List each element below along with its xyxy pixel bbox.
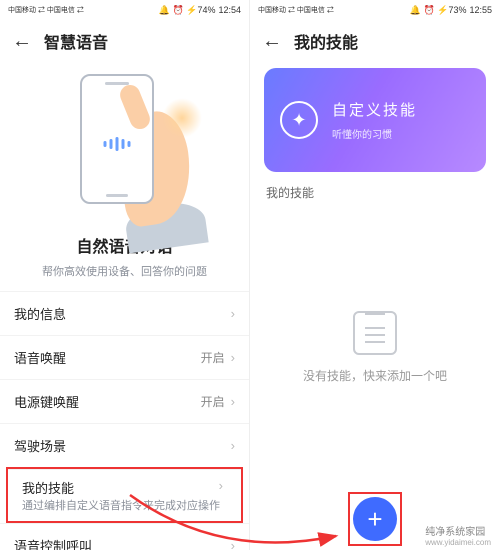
- row-label: 驾驶场景: [14, 436, 66, 455]
- row-label: 语音唤醒: [14, 348, 66, 367]
- chevron-right-icon: ›: [219, 478, 223, 493]
- page-title: 我的技能: [294, 29, 358, 53]
- row-subtitle: 通过编排自定义语音指令来完成对应操作: [22, 499, 227, 513]
- back-icon[interactable]: ←: [262, 30, 282, 53]
- row-my-skills[interactable]: 我的技能 通过编排自定义语音指令来完成对应操作 ›: [8, 469, 241, 521]
- status-time: 12:54: [218, 5, 241, 15]
- magic-icon: ✦: [280, 101, 318, 139]
- watermark-url: www.yidaimei.com: [425, 538, 491, 547]
- row-driving[interactable]: 驾驶场景 ›: [0, 423, 249, 467]
- status-right: 🔔 ⏰ ⚡74% 12:54: [159, 5, 241, 16]
- document-icon: [353, 311, 397, 355]
- empty-text: 没有技能，快来添加一个吧: [303, 367, 447, 384]
- chevron-right-icon: ›: [231, 538, 235, 550]
- back-icon[interactable]: ←: [12, 30, 32, 53]
- status-bar: 中国移动 ⇄ 中国电信 ⇄ 🔔 ⏰ ⚡73% 12:55: [250, 0, 500, 20]
- row-my-info[interactable]: 我的信息 ›: [0, 291, 249, 335]
- row-label: 电源键唤醒: [14, 392, 79, 411]
- chevron-right-icon: ›: [231, 350, 235, 365]
- custom-skill-card[interactable]: ✦ 自定义技能 听懂你的习惯: [264, 68, 486, 172]
- page-title: 智慧语音: [44, 29, 108, 53]
- touch-pulse-icon: [162, 98, 202, 138]
- watermark-name: 纯净系统家园: [425, 527, 485, 538]
- row-label: 我的技能: [22, 478, 227, 497]
- highlight-annotation: 我的技能 通过编排自定义语音指令来完成对应操作 ›: [6, 467, 243, 523]
- status-icons: 🔔 ⏰ ⚡74%: [159, 5, 216, 16]
- hero-subtitle: 帮你高效使用设备、回答你的问题: [0, 263, 249, 279]
- screen-voice-settings: 中国移动 ⇄ 中国电信 ⇄ 🔔 ⏰ ⚡74% 12:54 ← 智慧语音 自然语音…: [0, 0, 250, 550]
- status-icons: 🔔 ⏰ ⚡73%: [410, 5, 467, 16]
- row-voice-call[interactable]: 语音控制呼叫 ›: [0, 523, 249, 550]
- row-label: 我的信息: [14, 304, 66, 323]
- add-skill-button[interactable]: +: [353, 497, 397, 541]
- nav-bar: ← 我的技能: [250, 20, 500, 62]
- chevron-right-icon: ›: [231, 438, 235, 453]
- status-right: 🔔 ⏰ ⚡73% 12:55: [410, 5, 492, 16]
- row-label: 语音控制呼叫: [14, 536, 92, 550]
- chevron-right-icon: ›: [231, 394, 235, 409]
- nav-bar: ← 智慧语音: [0, 20, 249, 62]
- card-title: 自定义技能: [332, 99, 417, 120]
- plus-icon: +: [367, 504, 382, 535]
- hero-illustration: [0, 62, 249, 227]
- highlight-annotation: +: [348, 492, 402, 546]
- screen-my-skills: 中国移动 ⇄ 中国电信 ⇄ 🔔 ⏰ ⚡73% 12:55 ← 我的技能 ✦ 自定…: [250, 0, 500, 550]
- status-time: 12:55: [469, 5, 492, 15]
- card-subtitle: 听懂你的习惯: [332, 126, 417, 141]
- row-value: 开启: [201, 349, 225, 366]
- row-power-wake[interactable]: 电源键唤醒 开启 ›: [0, 379, 249, 423]
- settings-list: 我的信息 › 语音唤醒 开启 › 电源键唤醒 开启 › 驾驶场景 › 我的技能 …: [0, 291, 249, 550]
- row-value: 开启: [201, 393, 225, 410]
- watermark: 纯净系统家园 www.yidaimei.com: [422, 522, 494, 548]
- status-carrier: 中国移动 ⇄ 中国电信 ⇄: [258, 7, 334, 14]
- empty-state: 没有技能，快来添加一个吧: [250, 311, 500, 384]
- row-voice-wake[interactable]: 语音唤醒 开启 ›: [0, 335, 249, 379]
- section-label: 我的技能: [250, 182, 500, 201]
- status-bar: 中国移动 ⇄ 中国电信 ⇄ 🔔 ⏰ ⚡74% 12:54: [0, 0, 249, 20]
- status-carrier: 中国移动 ⇄ 中国电信 ⇄: [8, 7, 84, 14]
- hero-title: 自然语音对话: [0, 233, 249, 257]
- phone-icon: [80, 74, 154, 204]
- chevron-right-icon: ›: [231, 306, 235, 321]
